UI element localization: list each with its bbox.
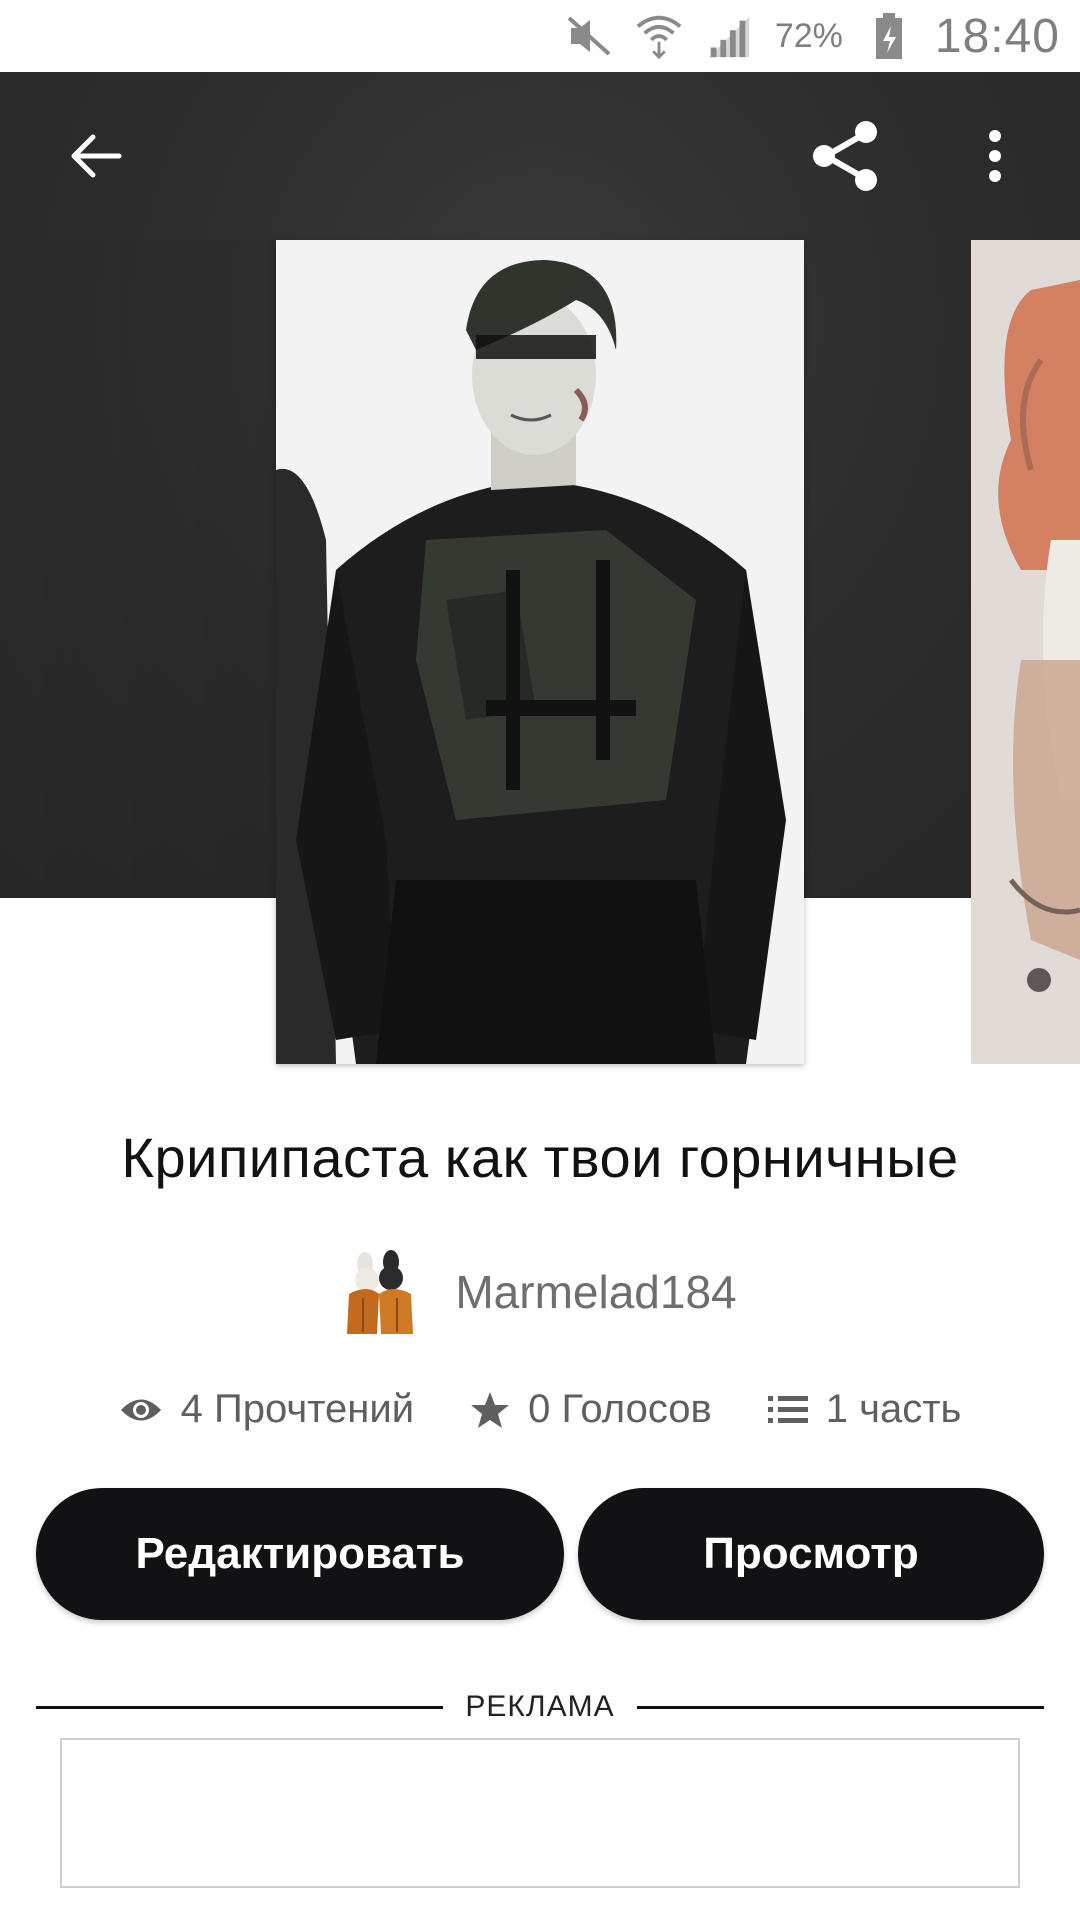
signal-icon (705, 12, 753, 60)
view-button[interactable]: Просмотр (578, 1488, 1044, 1620)
author-avatar[interactable] (343, 1250, 415, 1334)
next-story-cover[interactable] (971, 240, 1080, 1064)
parts-count[interactable]: 1 часть (826, 1387, 962, 1432)
author-name[interactable]: Marmelad184 (455, 1265, 736, 1319)
divider-line-left (36, 1705, 444, 1709)
share-button[interactable] (800, 111, 890, 201)
more-vertical-icon (989, 130, 1001, 182)
cover-illustration (276, 240, 804, 1064)
battery-percent: 72% (774, 16, 843, 55)
ad-divider: РЕКЛАМА (36, 1690, 1045, 1724)
votes-stat: 0 Голосов (470, 1387, 712, 1432)
wifi-icon (635, 12, 683, 60)
ad-label: РЕКЛАМА (465, 1690, 615, 1723)
top-toolbar (0, 72, 1080, 240)
edit-button[interactable]: Редактировать (36, 1488, 564, 1620)
back-arrow-icon (71, 134, 122, 178)
votes-count: 0 Голосов (528, 1387, 712, 1431)
story-title: Крипипаста как твои горничные (121, 1126, 959, 1189)
star-icon (471, 1391, 510, 1428)
story-details-screen: 72% 18:40 Крипипаста как твои горничные … (0, 0, 1080, 1920)
list-icon (767, 1395, 808, 1423)
reads-stat: 4 Прочтений (119, 1387, 414, 1432)
battery-charging-icon (865, 12, 913, 60)
divider-line-right (636, 1705, 1045, 1709)
parts-stat[interactable]: 1 часть (767, 1387, 962, 1432)
back-button[interactable] (50, 111, 140, 201)
mute-icon (565, 12, 613, 60)
ad-container[interactable] (60, 1738, 1020, 1888)
next-cover-illustration (971, 240, 1080, 1064)
story-stats: 4 Прочтений 0 Голосов 1 часть (0, 1387, 1080, 1432)
author-row[interactable]: Marmelad184 (0, 1250, 1080, 1334)
eye-icon (120, 1399, 161, 1420)
action-buttons: Редактировать Просмотр (36, 1488, 1044, 1620)
more-options-button[interactable] (950, 111, 1040, 201)
share-icon (813, 121, 877, 191)
clock: 18:40 (934, 9, 1060, 63)
previous-cover-shadow (0, 240, 276, 898)
status-bar: 72% 18:40 (0, 0, 1080, 72)
story-cover-image[interactable] (276, 240, 804, 1064)
reads-count: 4 Прочтений (180, 1387, 415, 1431)
